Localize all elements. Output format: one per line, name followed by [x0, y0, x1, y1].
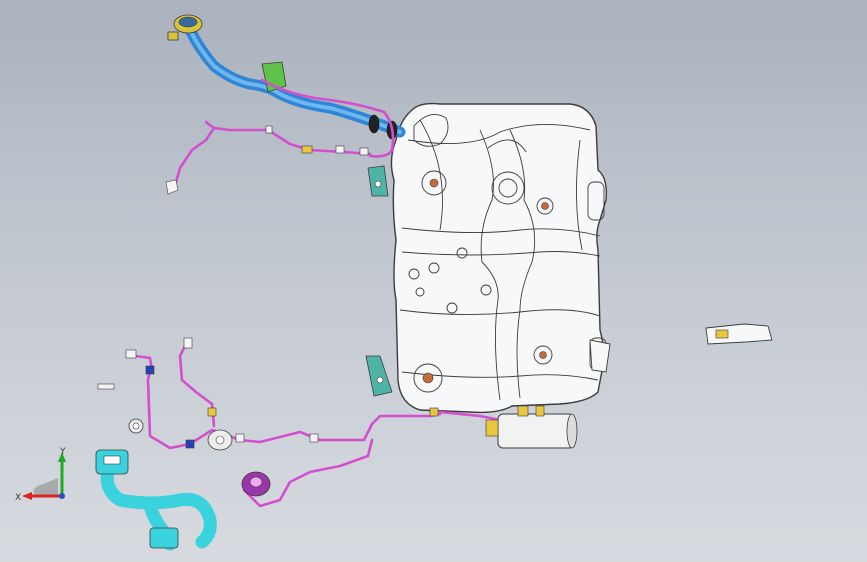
tank-bracket-right[interactable] [589, 339, 611, 373]
pipe-clamp-1 [368, 114, 380, 134]
fill-pipe-assembly[interactable] [167, 14, 406, 140]
fuel-tank-body[interactable] [390, 102, 608, 414]
tank-bracket-upper[interactable] [367, 165, 389, 197]
vent-line-upper[interactable] [165, 120, 372, 195]
coolant-hose-assembly[interactable] [95, 449, 217, 551]
fuel-system-assembly[interactable]: Y X [0, 0, 867, 562]
cad-viewport[interactable]: Y X [0, 0, 867, 562]
axis-y-label: Y [59, 447, 66, 457]
fuel-tank[interactable] [390, 102, 608, 414]
tank-bracket-lower[interactable] [365, 355, 393, 397]
coordinate-triad-icon: Y X [15, 447, 66, 503]
fuel-filter[interactable] [128, 418, 144, 434]
axis-x-label: X [15, 493, 21, 503]
purge-valve[interactable] [207, 429, 233, 451]
quick-connector[interactable] [241, 471, 271, 497]
heat-shield-bracket[interactable] [705, 323, 773, 345]
fill-pipe[interactable] [184, 24, 406, 138]
hose-bracket-left[interactable] [95, 449, 129, 475]
evap-canister[interactable] [485, 405, 578, 449]
